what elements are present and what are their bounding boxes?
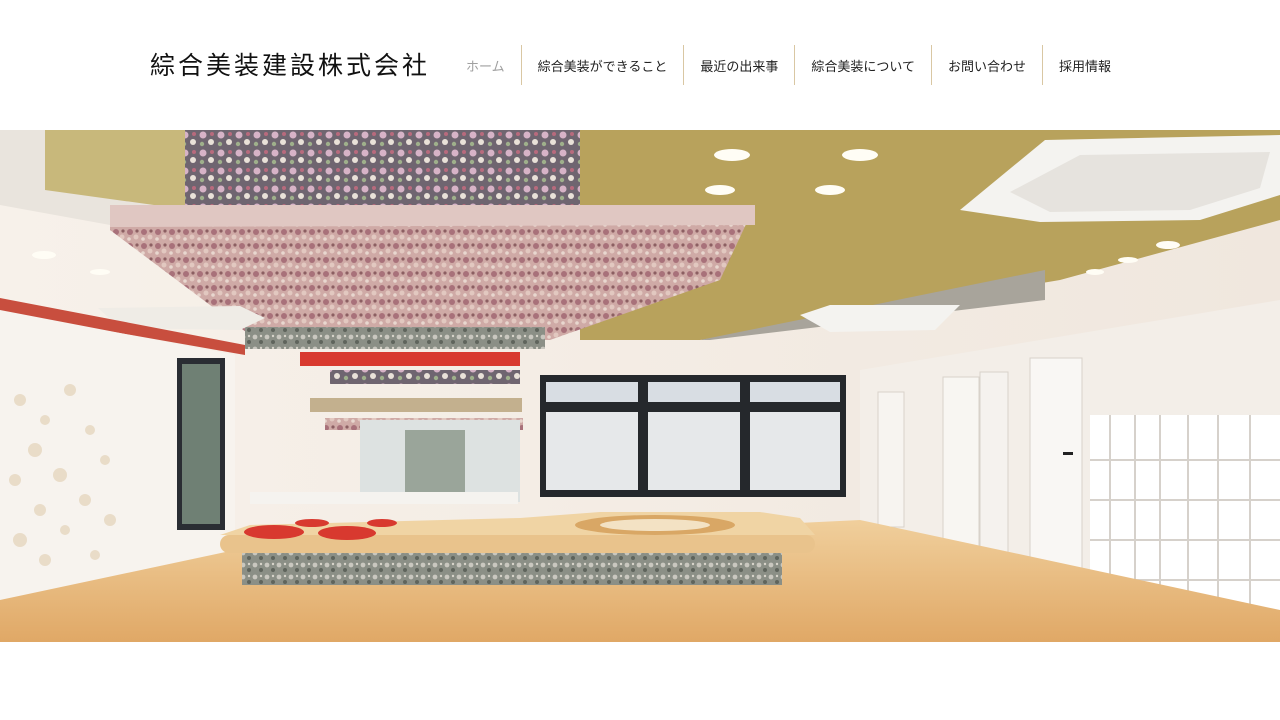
nav-item-services[interactable]: 綜合美装ができること bbox=[520, 45, 684, 85]
nav-item-home[interactable]: ホーム bbox=[452, 45, 521, 85]
hero-image bbox=[0, 130, 1280, 642]
interior-photo bbox=[0, 130, 1280, 642]
site-logo[interactable]: 綜合美装建設株式会社 bbox=[150, 46, 430, 82]
nav-item-news[interactable]: 最近の出来事 bbox=[683, 45, 794, 85]
nav-item-recruit[interactable]: 採用情報 bbox=[1042, 45, 1127, 85]
site-header: 綜合美装建設株式会社 ホーム 綜合美装ができること 最近の出来事 綜合美装につい… bbox=[0, 0, 1280, 130]
nav-item-about[interactable]: 綜合美装について bbox=[794, 45, 931, 85]
page-bottom-space bbox=[0, 642, 1280, 720]
main-nav: ホーム 綜合美装ができること 最近の出来事 綜合美装について お問い合わせ 採用… bbox=[452, 45, 1127, 85]
nav-item-contact[interactable]: お問い合わせ bbox=[931, 45, 1042, 85]
